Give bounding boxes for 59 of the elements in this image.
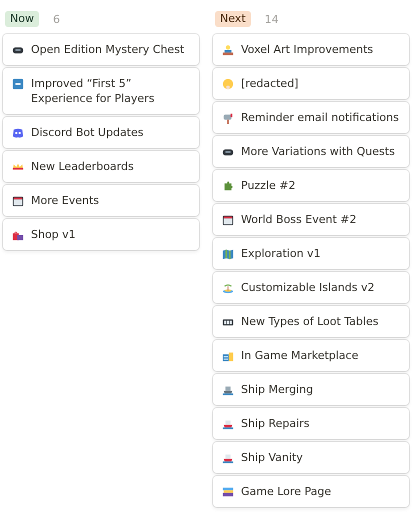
card[interactable]: Open Edition Mystery Chest — [3, 34, 199, 65]
card-title: Ship Merging — [241, 382, 314, 397]
card-title: New Leaderboards — [31, 159, 134, 174]
calendar-icon — [222, 214, 234, 226]
card-title: Open Edition Mystery Chest — [31, 42, 184, 57]
card[interactable]: New Leaderboards — [3, 151, 199, 182]
card-title: In Game Marketplace — [241, 348, 358, 363]
card-title: Voxel Art Improvements — [241, 42, 374, 57]
books-icon — [222, 486, 234, 498]
card-title: Ship Vanity — [241, 450, 303, 465]
ship-icon — [222, 452, 234, 464]
card-title: [redacted] — [241, 76, 298, 91]
card[interactable]: Puzzle #2 — [213, 170, 409, 201]
shopping-bags-icon — [12, 229, 24, 241]
card[interactable]: Game Lore Page — [213, 476, 409, 507]
card[interactable]: More Variations with Quests — [213, 136, 409, 167]
card-title: New Types of Loot Tables — [241, 314, 378, 329]
ship-icon — [222, 418, 234, 430]
card-title: Improved “First 5” Experience for Players — [31, 76, 156, 106]
status-tag: Now — [5, 11, 39, 27]
card-title: Discord Bot Updates — [31, 125, 144, 140]
card[interactable]: More Events — [3, 185, 199, 216]
card[interactable]: World Boss Event #2 — [213, 204, 409, 235]
map-icon — [222, 248, 234, 260]
card-title: Customizable Islands v2 — [241, 280, 374, 295]
card[interactable]: Ship Merging — [213, 374, 409, 405]
card-count: 6 — [52, 12, 60, 26]
card[interactable]: Discord Bot Updates — [3, 117, 199, 148]
card-title: Puzzle #2 — [241, 178, 296, 193]
card[interactable]: Ship Vanity — [213, 442, 409, 473]
card[interactable]: Voxel Art Improvements — [213, 34, 409, 65]
card-title: More Variations with Quests — [241, 144, 395, 159]
card[interactable]: Exploration v1 — [213, 238, 409, 269]
card-title: Exploration v1 — [241, 246, 321, 261]
mailbox-icon — [222, 112, 234, 124]
card[interactable]: [redacted] — [213, 68, 409, 99]
card-title: Ship Repairs — [241, 416, 310, 431]
building-icon — [222, 350, 234, 362]
bot-icon — [12, 127, 24, 139]
card-count: 14 — [264, 12, 279, 26]
card[interactable]: In Game Marketplace — [213, 340, 409, 371]
card-title: More Events — [31, 193, 100, 208]
card[interactable]: Reminder email notifications — [213, 102, 409, 133]
card[interactable]: Customizable Islands v2 — [213, 272, 409, 303]
card[interactable]: New Types of Loot Tables — [213, 306, 409, 337]
card-title: Shop v1 — [31, 227, 76, 242]
keycap-icon — [12, 78, 24, 90]
card-title: Reminder email notifications — [241, 110, 399, 125]
person-at-desk-icon — [222, 44, 234, 56]
calendar-icon — [12, 195, 24, 207]
status-tag: Next — [215, 11, 251, 27]
puzzle-piece-icon — [222, 180, 234, 192]
card[interactable]: Shop v1 — [3, 219, 199, 250]
card[interactable]: Ship Repairs — [213, 408, 409, 439]
card-title: World Boss Event #2 — [241, 212, 356, 227]
island-icon — [222, 282, 234, 294]
card[interactable]: Improved “First 5” Experience for Players — [3, 68, 199, 114]
ship-icon — [222, 384, 234, 396]
card-title: Game Lore Page — [241, 484, 332, 499]
